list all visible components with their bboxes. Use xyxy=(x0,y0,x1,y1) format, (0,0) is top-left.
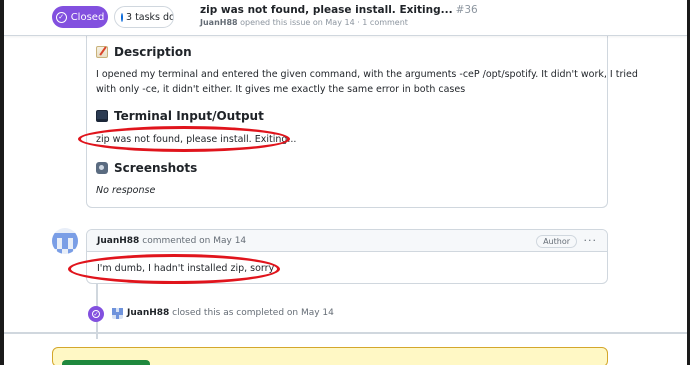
issue-title-text: zip was not found, please install. Exiti… xyxy=(200,4,453,16)
closed-event-text: JuanH88 closed this as completed on May … xyxy=(127,308,334,318)
description-heading: Description xyxy=(96,45,192,59)
issue-subtitle: JuanH88 opened this issue on May 14 · 1 … xyxy=(200,18,408,27)
terminal-heading-text: Terminal Input/Output xyxy=(114,109,264,123)
closed-event-icon: ✓ xyxy=(88,306,104,322)
description-text-line2: with only -ce, it didn't either. It give… xyxy=(96,84,466,95)
commenter-avatar[interactable] xyxy=(52,228,78,254)
screenshots-heading-text: Screenshots xyxy=(114,161,198,175)
closed-check-icon: ✓ xyxy=(55,11,67,23)
closed-state-badge: ✓ Closed xyxy=(52,6,108,28)
description-heading-text: Description xyxy=(114,45,192,59)
event-author-avatar[interactable] xyxy=(112,308,123,319)
comment-options-icon[interactable]: ··· xyxy=(584,234,598,247)
comment-header: JuanH88 commented on May 14 xyxy=(87,230,607,252)
comment-body-text: I'm dumb, I hadn't installed zip, sorry xyxy=(97,263,275,274)
timeline-divider xyxy=(4,332,687,334)
description-text-line1: I opened my terminal and entered the giv… xyxy=(96,69,638,80)
computer-monitor-icon xyxy=(96,110,108,122)
issue-subtitle-text: opened this issue on May 14 · 1 comment xyxy=(240,18,408,27)
event-author-link[interactable]: JuanH88 xyxy=(127,308,169,318)
event-description: closed this as completed on May 14 xyxy=(172,308,334,318)
screenshots-text: No response xyxy=(96,185,156,196)
camera-icon xyxy=(96,162,108,174)
window-frame-left xyxy=(0,0,4,365)
terminal-heading: Terminal Input/Output xyxy=(96,109,264,123)
issue-number: #36 xyxy=(455,4,478,16)
comment-action-text[interactable]: commented on May 14 xyxy=(142,236,246,246)
comment-card: JuanH88 commented on May 14 Author ··· I… xyxy=(86,229,608,284)
notice-action-button[interactable] xyxy=(62,360,150,365)
issue-title: zip was not found, please install. Exiti… xyxy=(200,4,478,16)
terminal-output-text: zip was not found, please install. Exiti… xyxy=(96,134,297,145)
comment-author-link[interactable]: JuanH88 xyxy=(97,236,139,246)
screenshots-heading: Screenshots xyxy=(96,161,197,175)
task-progress-icon xyxy=(121,12,123,22)
tasks-done-button[interactable]: 3 tasks done xyxy=(114,6,174,28)
tasks-label: 3 tasks done xyxy=(126,11,174,23)
state-label: Closed xyxy=(70,11,105,23)
issue-author-link[interactable]: JuanH88 xyxy=(200,18,238,27)
author-badge: Author xyxy=(536,235,577,248)
sticky-issue-header: ✓ Closed 3 tasks done zip was not found,… xyxy=(4,0,687,36)
memo-icon xyxy=(96,46,108,58)
